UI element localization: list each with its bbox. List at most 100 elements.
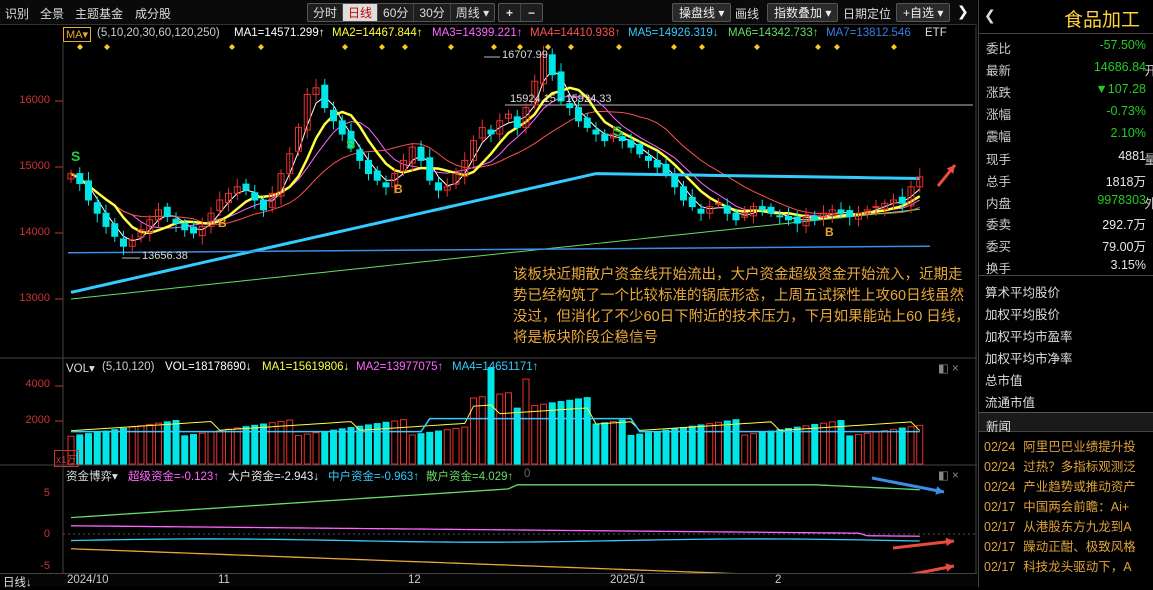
analysis-annotation: 该板块近期散户资金线开始流出，大户资金超级资金开始流入，近期走势已经构筑了一个比… [513,267,970,346]
quote-label: 委卖 [986,218,1012,232]
retail-fund-value: 散户资金=4.029↑ [426,471,514,483]
news-item[interactable]: 02/24 过热？多指标观测泛 [984,456,1136,475]
volume-bar [706,423,714,465]
vol-selector[interactable]: VOL▾ [66,361,95,375]
news-item[interactable]: 02/24 阿里巴巴业绩提升投 [984,436,1136,455]
candle-body [102,212,110,227]
avg-item[interactable]: 流通市值 [985,392,1035,411]
volume-bar [662,429,670,465]
volume-bar [557,401,565,465]
fund-selector[interactable]: 资金博弈▾ [66,468,118,484]
candle-body [251,192,259,201]
candle-body [758,206,766,211]
mid-fund-line [70,538,920,543]
vol-ma2-value: MA2=13977075↑ [356,361,444,373]
candle-body [776,215,784,218]
news-date: 02/17 [984,520,1016,534]
news-item[interactable]: 02/17 科技龙头驱动下，A [984,556,1132,575]
news-item[interactable]: 02/17 从港股东方九龙到A [984,516,1132,535]
event-marker-icon [402,44,408,50]
volume-bar [846,435,854,465]
candle-body [575,107,582,122]
volume-bar [303,433,311,465]
news-item[interactable]: 02/24 产业趋势或推动资产 [984,476,1136,495]
candle-body [872,206,880,209]
fund-close-icon[interactable]: ◧ × [938,468,959,482]
quote-row: 涨跌 ▼107.28 [979,79,1153,101]
candle-body [417,146,425,161]
event-marker-icon [616,44,622,50]
event-marker-icon [77,44,83,50]
date-tick: 2 [775,574,782,586]
candle-body [811,216,819,221]
price-tick-13000: 13000 [19,292,50,304]
volume-bar [566,399,574,465]
candle-body [662,163,670,175]
volume-bar [172,419,180,465]
volume-bar [496,393,504,465]
volume-bar [732,419,740,465]
vol-tick-4000: 4000 [25,378,50,390]
news-item[interactable]: 02/17 中国两会前瞻：Ai+ [984,496,1129,515]
buy-signal-icon: B [394,182,403,196]
quote-panel: ❮ 食品加工 委比 -57.50% 最新 14686.84 涨跌 ▼107.28 涨幅 -0.… [978,0,1153,587]
candle-body [93,202,101,214]
candle-body [513,116,521,128]
buy-signal-icon: B [825,225,834,239]
candle-body [785,216,792,221]
candle-body [732,212,740,221]
vol-ma4-value: MA4=14651171↑ [452,361,539,373]
candle-body [688,196,696,208]
volume-bar [190,434,197,465]
quote-value: -57.50% [1099,38,1146,52]
candle-body [373,170,381,181]
range-price-label: 15924.15 - 15924.33 [510,93,612,105]
volume-bar [767,430,775,465]
sell-signal-icon: S [613,123,623,139]
quote-value: 1818万 [1105,175,1146,189]
volume-bar [128,426,136,465]
quote-row: 内盘 9978303 [979,190,1153,212]
avg-item[interactable]: 总市值 [985,370,1023,389]
volume-bar [636,433,644,465]
event-marker-icon [229,44,235,50]
avg-item[interactable]: 加权平均市净率 [985,348,1073,367]
volume-bar [855,434,862,465]
candlesticks [67,45,924,256]
candle-body [636,144,644,155]
date-axis-mode[interactable]: 日线↓ [3,574,32,590]
date-tick: 12 [408,574,421,586]
candle-body [548,54,556,76]
volume-bar [680,427,687,465]
news-date: 02/24 [984,440,1016,454]
quote-row: 委买 79.00万 [979,233,1153,255]
volume-bar [828,421,836,465]
candle-body [837,209,845,214]
fund-tick-minus5: -5 [40,560,50,572]
news-date: 02/17 [984,500,1016,514]
price-tick-14000: 14000 [19,226,50,238]
volume-bar [198,432,206,465]
quote-edge-label: 量 [1144,153,1153,167]
candle-body [76,173,84,185]
vol-indicator-bar: VOL▾ (5,10,120) VOL=18178690↓ MA1=156198… [0,360,977,376]
volume-bar [758,431,766,465]
volume-bar [811,424,819,465]
news-title: 产业趋势或推动资产 [1023,480,1136,494]
quote-row: 震幅 2.10% [979,123,1153,145]
panel-back-icon[interactable]: ❮ [984,7,996,24]
event-marker-icon [671,44,677,50]
vol-close-icon[interactable]: ◧ × [938,361,959,375]
volume-bar [321,430,329,465]
news-item[interactable]: 02/17 躁动正酣、极致风格 [984,536,1136,555]
fund-flow-lines [70,484,920,578]
news-title: 躁动正酣、极致风格 [1023,540,1136,554]
avg-item[interactable]: 加权平均股价 [985,304,1060,323]
candle-body [592,129,600,135]
event-marker-icon [568,44,574,50]
news-header[interactable]: 新闻 [979,412,1153,434]
candle-body [645,155,652,161]
avg-item[interactable]: 算术平均股价 [985,282,1060,301]
quote-label: 最新 [986,64,1012,78]
avg-item[interactable]: 加权平均市盈率 [985,326,1073,345]
